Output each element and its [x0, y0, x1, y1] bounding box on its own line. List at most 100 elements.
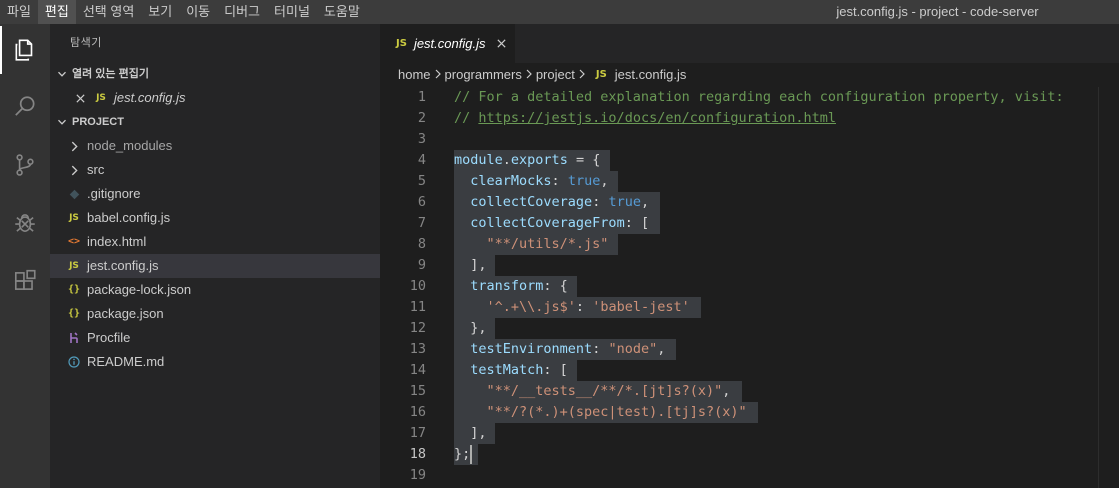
menu-item[interactable]: 파일 — [0, 0, 38, 24]
code-text: '^.+\\.js$': 'babel-jest' — [454, 297, 690, 318]
line-number: 13 — [409, 341, 426, 357]
code-line: 6 collectCoverage: true, — [380, 192, 1119, 213]
menu-item[interactable]: 디버그 — [217, 0, 267, 24]
code-line: 19 — [380, 465, 1119, 486]
file-label: index.html — [87, 234, 147, 249]
code-text: // https://jestjs.io/docs/en/configurati… — [454, 108, 836, 129]
breadcrumb-project[interactable]: project — [536, 67, 575, 82]
breadcrumb-home[interactable]: home — [398, 67, 431, 82]
code-token: , — [657, 341, 666, 357]
code-line: 14 testMatch: [ — [380, 360, 1119, 381]
file-item[interactable]: .gitignore — [50, 182, 380, 206]
file-item[interactable]: {} package-lock.json — [50, 278, 380, 302]
code-token: collectCoverageFrom — [470, 215, 625, 231]
code-token: testEnvironment — [470, 341, 593, 357]
file-label: package.json — [87, 306, 164, 321]
file-label: Procfile — [87, 330, 131, 345]
code-token: 'babel-jest' — [592, 299, 690, 315]
html-file-icon: <> — [67, 236, 81, 247]
code-line: 16 "**/?(*.)+(spec|test).[tj]s?(x)" — [380, 402, 1119, 423]
explorer-activity-button[interactable] — [0, 26, 50, 74]
code-editor[interactable]: 1 // For a detailed explanation regarding… — [380, 87, 1119, 488]
file-item[interactable]: Procfile — [50, 326, 380, 350]
js-file-icon: JS — [396, 38, 407, 49]
extensions-icon — [14, 269, 36, 290]
code-line: 5 clearMocks: true, — [380, 171, 1119, 192]
breadcrumb-file[interactable]: jest.config.js — [615, 67, 687, 82]
chevron-right-icon — [66, 138, 82, 154]
window-title-text: jest.config.js - project - code-server — [836, 4, 1039, 19]
search-icon — [15, 96, 35, 116]
breadcrumb-programmers[interactable]: programmers — [445, 67, 522, 82]
menu-item[interactable]: 이동 — [179, 0, 217, 24]
file-item[interactable]: JS jest.config.js — [50, 254, 380, 278]
sidebar-title: 탐색기 — [70, 37, 102, 49]
line-number: 14 — [409, 362, 426, 378]
line-number: 5 — [417, 173, 426, 189]
line-number: 10 — [409, 278, 426, 294]
code-line: 8 "**/utils/*.js" — [380, 234, 1119, 255]
code-line: 11 '^.+\\.js$': 'babel-jest' — [380, 297, 1119, 318]
close-icon[interactable] — [72, 90, 88, 106]
code-line: 10 transform: { — [380, 276, 1119, 297]
menu-item[interactable]: 편집 — [37, 0, 76, 24]
line-number: 16 — [409, 404, 426, 420]
code-token: true — [567, 173, 601, 189]
tab-jest-config[interactable]: JS jest.config.js — [380, 24, 515, 63]
code-token: . — [502, 152, 511, 168]
line-number: 11 — [409, 299, 426, 315]
explorer-sidebar: 탐색기 열려 있는 편집기 JS jest.config.js PROJECT … — [50, 24, 380, 488]
line-number: 17 — [409, 425, 426, 441]
file-item[interactable]: README.md — [50, 350, 380, 374]
file-item[interactable]: <> index.html — [50, 230, 380, 254]
code-line: 9 ], — [380, 255, 1119, 276]
editor-area: JS jest.config.js home programmers proje… — [380, 24, 1119, 488]
menu-item[interactable]: 터미널 — [267, 0, 317, 24]
chevron-right-icon — [576, 66, 588, 82]
folder-item[interactable]: src — [50, 158, 380, 182]
code-token: }; — [454, 446, 471, 462]
project-section-header[interactable]: PROJECT — [50, 110, 380, 134]
search-activity-button[interactable] — [0, 83, 50, 131]
js-file-icon: JS — [69, 213, 79, 223]
file-label: babel.config.js — [87, 210, 171, 225]
code-token: , — [600, 173, 609, 189]
code-text: }; — [454, 444, 470, 465]
folder-item[interactable]: node_modules — [50, 134, 380, 158]
code-token: "node" — [608, 341, 658, 357]
code-token: : — [575, 299, 593, 315]
line-number: 18 — [409, 446, 426, 462]
code-token: "**/?(*.)+(spec|test).[tj]s?(x)" — [486, 404, 747, 420]
code-text: "**/?(*.)+(spec|test).[tj]s?(x)" — [454, 402, 747, 423]
activity-bar — [0, 24, 50, 488]
title-bar: 파일 편집 선택 영역 보기 이동 디버그 터미널 도움말 jest.config.js - … — [0, 0, 1119, 24]
code-line: 12 }, — [380, 318, 1119, 339]
menu-item[interactable]: 보기 — [141, 0, 179, 24]
code-token: "**/utils/*.js" — [486, 236, 609, 252]
code-token: : [ — [624, 215, 650, 231]
tab-label: jest.config.js — [413, 36, 486, 51]
extensions-activity-button[interactable] — [0, 257, 50, 305]
close-icon[interactable] — [493, 36, 509, 52]
editor-tabs: JS jest.config.js — [380, 24, 1119, 63]
source-control-activity-button[interactable] — [0, 141, 50, 189]
code-token: '^.+\\.js$' — [486, 299, 576, 315]
chevron-right-icon — [66, 162, 82, 178]
line-number: 3 — [417, 131, 426, 147]
menu-item[interactable]: 도움말 — [317, 0, 367, 24]
file-item[interactable]: {} package.json — [50, 302, 380, 326]
file-item[interactable]: JS babel.config.js — [50, 206, 380, 230]
debug-activity-button[interactable] — [0, 199, 50, 247]
open-editor-item[interactable]: JS jest.config.js — [50, 86, 380, 110]
menu-item[interactable]: 선택 영역 — [76, 0, 141, 24]
code-token: ], — [454, 257, 487, 273]
open-editors-section-header[interactable]: 열려 있는 편집기 — [50, 62, 380, 86]
code-text: // For a detailed explanation regarding … — [454, 87, 1064, 108]
